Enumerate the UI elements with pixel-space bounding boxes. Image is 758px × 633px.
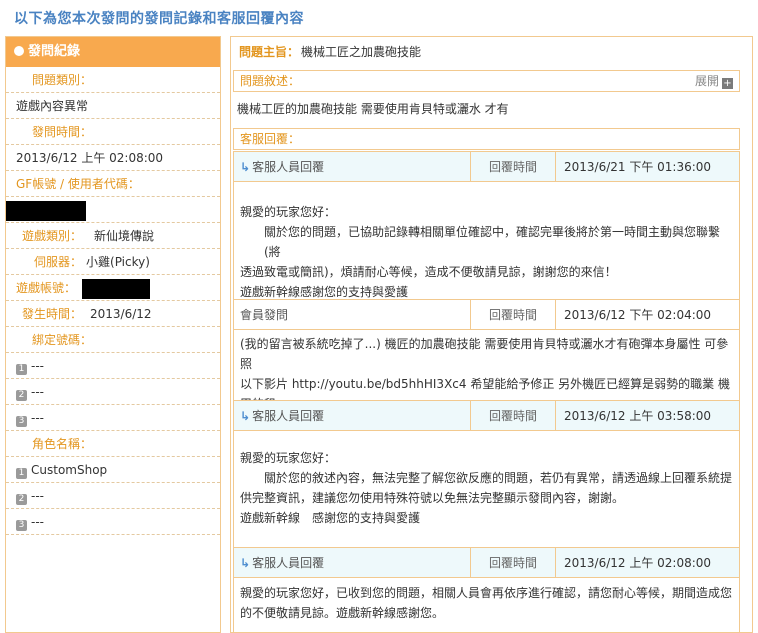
bullet-icon [14,46,24,56]
ask-time-label: 發問時間： [32,125,93,139]
subject-label: 問題主旨： [239,45,300,59]
reply-line: (我的留言被系統吃掉了...) 機匠的加農砲技能 需要使用肯貝特或灑水才有砲彈本… [240,337,729,371]
occur-time-label: 發生時間： [22,307,83,321]
reply-line: 透過致電或簡訊)，煩請耐心等候，造成不便敬請見諒，謝謝您的來信！ [240,265,617,279]
reply-line: 遊戲新幹線 感謝您的支持與愛護 [240,511,421,525]
page-title: 以下為您本次發問的發問記錄和客服回覆內容 [14,11,304,27]
description-label: 問題敘述： [240,74,301,88]
reply-time-label: 回覆時間 [470,548,556,577]
reply-line: 供完整資訊，建議您勿使用特殊符號以免無法完整顯示發問內容，謝謝。 [240,491,625,505]
server-label: 伺服器： [34,255,83,269]
category-label: 問題類別： [32,73,93,87]
bind-item: 1 --- [6,353,220,379]
category-value-row: 遊戲內容異常 [6,93,220,119]
bind-item: 2 --- [6,379,220,405]
reply-line: 親愛的玩家您好，已收到您的問題，相關人員會再依序進行確認，請您耐心等候，期間造成… [240,586,733,600]
reply-author: ↳ 客服人員回覆 [240,152,324,182]
reply-body: 親愛的玩家您好，已收到您的問題，相關人員會再依序進行確認，請您耐心等候，期間造成… [233,578,740,632]
role-label: 角色名稱： [32,437,93,451]
reply-line: 的不便敬請見諒。遊戲新幹線感謝您。 [240,606,445,620]
reply-section-bar: 客服回覆： [233,128,740,150]
account-label: GF帳號 / 使用者代碼： [16,177,140,191]
sidebar-header: 發問紀錄 [6,37,220,67]
account-value-row [6,197,220,223]
number-badge-icon: 3 [16,520,27,531]
bind-item-value: --- [31,359,44,373]
reply-line: 關於您的問題，已協助記錄轉相關單位確認中，確認完畢後將於第一時間主動與您聯繫(將 [264,225,721,259]
game-account-row: 遊戲帳號： [6,275,220,301]
reply-author: 會員發問 [240,308,289,322]
bind-item-value: --- [31,385,44,399]
sidebar-header-label: 發問紀錄 [28,44,81,59]
role-item: 3 --- [6,509,220,535]
ask-time-value-row: 2013/6/12 上午 02:08:00 [6,145,220,171]
role-item-value: --- [31,489,44,503]
game-value: 新仙境傳說 [94,229,155,243]
number-badge-icon: 2 [16,390,27,401]
account-label-row: GF帳號 / 使用者代碼： [6,171,220,197]
reply-arrow-icon: ↳ [240,409,251,423]
role-item-value: CustomShop [31,463,108,477]
reply-body: 親愛的玩家您好： 關於您的敘述內容，無法完整了解您欲反應的問題，若仍有異常，請透… [233,431,740,547]
reply-time-label: 回覆時間 [470,152,556,181]
reply-arrow-icon: ↳ [240,160,251,174]
reply-author-label: 客服人員回覆 [252,556,325,570]
reply-author: ↳ 客服人員回覆 [240,548,324,578]
ask-time-value: 2013/6/12 上午 02:08:00 [16,151,164,165]
expand-label: 展開 [694,74,719,88]
reply-header: ↳ 客服人員回覆 回覆時間 2013/6/12 上午 03:58:00 [233,400,740,431]
reply-arrow-icon: ↳ [240,556,251,570]
role-item-value: --- [31,515,44,529]
plus-icon: + [722,78,733,89]
reply-line: 關於您的敘述內容，無法完整了解您欲反應的問題，若仍有異常，請透過線上回覆系統提 [264,471,733,485]
game-label: 遊戲類別： [22,229,83,243]
ask-time-label-row: 發問時間： [6,119,220,145]
reply-author-label: 客服人員回覆 [252,160,325,174]
number-badge-icon: 3 [16,416,27,427]
occur-time-value: 2013/6/12 [90,307,152,321]
number-badge-icon: 2 [16,494,27,505]
reply-author: ↳ 客服人員回覆 [240,401,324,431]
category-label-row: 問題類別： [6,67,220,93]
reply-author-label: 客服人員回覆 [252,409,325,423]
reply-time-label: 回覆時間 [470,401,556,430]
game-account-label: 遊戲帳號： [16,281,77,295]
question-detail-panel: 問題主旨： 機械工匠之加農砲技能 問題敘述： 展開 + 機械工匠的加農砲技能 需要使… [230,36,753,633]
role-item: 2 --- [6,483,220,509]
description-text: 機械工匠的加農砲技能 需要使用肯貝特或灑水 才有 [237,102,509,116]
member-question-header: 會員發問 回覆時間 2013/6/12 下午 02:04:00 [233,299,740,330]
reply-line: 親愛的玩家您好： [240,451,337,465]
number-badge-icon: 1 [16,364,27,375]
bind-item-value: --- [31,411,44,425]
redacted-account-box [6,200,86,221]
member-question-body: (我的留言被系統吃掉了...) 機匠的加農砲技能 需要使用肯貝特或灑水才有砲彈本… [233,330,740,431]
game-row: 遊戲類別： 新仙境傳說 [6,223,220,249]
redacted-game-account-box [82,278,151,299]
server-row: 伺服器： 小雞(Picky) [6,249,220,275]
subject-value: 機械工匠之加農砲技能 [301,45,422,59]
reply-time-value: 2013/6/12 上午 03:58:00 [564,409,712,423]
expand-button[interactable]: 展開 + [695,71,733,91]
reply-header: ↳ 客服人員回覆 回覆時間 2013/6/21 下午 01:36:00 [233,151,740,182]
occur-time-row: 發生時間： 2013/6/12 [6,301,220,327]
reply-body: 親愛的玩家您好： 關於您的問題，已協助記錄轉相關單位確認中，確認完畢後將於第一時… [233,182,740,299]
reply-time-value: 2013/6/21 下午 01:36:00 [564,160,712,174]
bind-label-row: 綁定號碼： [6,327,220,353]
role-item: 1 CustomShop [6,457,220,483]
description-bar: 問題敘述： 展開 + [233,70,740,92]
bind-label: 綁定號碼： [32,333,93,347]
reply-line: 親愛的玩家您好： [240,205,337,219]
server-value: 小雞(Picky) [86,255,150,269]
question-record-sidebar: 發問紀錄 問題類別： 遊戲內容異常 發問時間： 2013/6/12 上午 02:… [5,36,221,633]
reply-time-label: 回覆時間 [470,300,556,329]
reply-header: ↳ 客服人員回覆 回覆時間 2013/6/12 上午 02:08:00 [233,547,740,578]
bind-item: 3 --- [6,405,220,431]
reply-time-value: 2013/6/12 下午 02:04:00 [564,308,712,322]
subject-line: 問題主旨： 機械工匠之加農砲技能 [239,43,421,60]
reply-time-value: 2013/6/12 上午 02:08:00 [564,556,712,570]
number-badge-icon: 1 [16,468,27,479]
category-value: 遊戲內容異常 [16,99,89,113]
role-label-row: 角色名稱： [6,431,220,457]
